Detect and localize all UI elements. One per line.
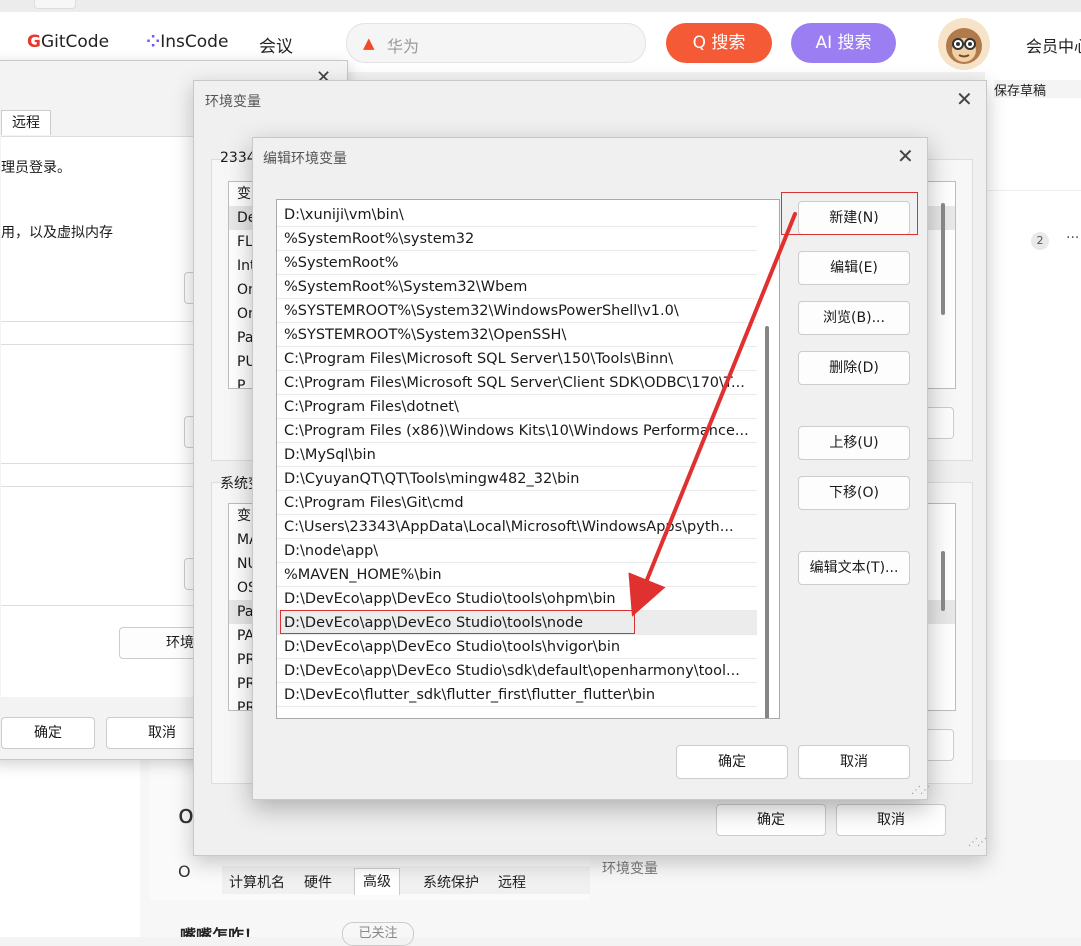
list-item[interactable]: %SystemRoot%\System32\Wbem — [277, 275, 757, 299]
scrollbar[interactable] — [941, 203, 945, 315]
ok-button[interactable]: 确定 — [676, 745, 788, 779]
ai-search-button[interactable]: AI 搜索 — [791, 23, 896, 63]
edit-button[interactable]: 编辑(E) — [798, 251, 910, 285]
member-center-link[interactable]: 会员中心 — [1026, 33, 1081, 57]
scrollbar[interactable] — [941, 551, 945, 611]
annotation-box-node-entry — [280, 610, 635, 634]
system-delete-button[interactable] — [927, 729, 954, 761]
gitcode-link[interactable]: GGitCode — [27, 32, 109, 52]
move-down-button[interactable]: 下移(O) — [798, 476, 910, 510]
user-delete-button[interactable] — [927, 407, 954, 439]
list-item[interactable]: D:\DevEco\flutter_sdk\flutter_first\flut… — [277, 683, 757, 707]
inscode-logo-icon: ⁘ — [146, 32, 161, 52]
background-tab-row: 计算机名 硬件 高级 系统保护 远程 — [222, 866, 590, 895]
list-item[interactable]: D:\MySql\bin — [277, 443, 757, 467]
list-item[interactable]: C:\Program Files (x86)\Windows Kits\10\W… — [277, 419, 757, 443]
list-item[interactable]: D:\CyuyanQT\QT\Tools\mingw482_32\bin — [277, 467, 757, 491]
tab-advanced: 高级 — [354, 868, 400, 895]
tab-remote: 远程 — [498, 875, 526, 891]
dialog-title: 环境变量 — [205, 94, 261, 110]
tab-hardware: 硬件 — [304, 875, 332, 891]
author-name: 嘴嘴怎咋！ — [180, 926, 261, 937]
gitcode-logo-icon: G — [27, 32, 41, 52]
list-item[interactable]: %SYSTEMROOT%\System32\WindowsPowerShell\… — [277, 299, 757, 323]
edit-text-button[interactable]: 编辑文本(T)... — [798, 551, 910, 585]
search-placeholder: 华为 — [387, 37, 420, 56]
ok-button[interactable]: 确定 — [1, 717, 95, 749]
performance-note: 用，以及虚拟内存 — [1, 225, 113, 241]
browse-button[interactable]: 浏览(B)... — [798, 301, 910, 335]
avatar[interactable] — [938, 18, 990, 70]
list-item[interactable]: C:\Program Files\Microsoft SQL Server\15… — [277, 347, 757, 371]
user-variables-label: 2334 — [220, 150, 256, 166]
list-item[interactable]: D:\xuniji\vm\bin\ — [277, 203, 757, 227]
tab-remote[interactable]: 远程 — [1, 110, 51, 135]
admin-note: 理员登录。 — [1, 160, 71, 176]
search-input[interactable]: ▲ 华为 — [346, 23, 646, 63]
list-item[interactable]: C:\Program Files\Microsoft SQL Server\Cl… — [277, 371, 757, 395]
radio-icon: O — [178, 862, 191, 881]
move-up-button[interactable]: 上移(U) — [798, 426, 910, 460]
list-item[interactable]: D:\node\app\ — [277, 539, 757, 563]
comment-count-badge: 2 — [1031, 232, 1049, 250]
list-item[interactable]: %MAVEN_HOME%\bin — [277, 563, 757, 587]
list-item[interactable]: D:\DevEco\app\DevEco Studio\sdk\default\… — [277, 659, 757, 683]
inscode-label: InsCode — [160, 32, 229, 52]
tab-system-protection: 系统保护 — [423, 875, 479, 891]
tab-strip — [0, 0, 1081, 12]
list-item[interactable]: C:\Program Files\dotnet\ — [277, 395, 757, 419]
environment-variables-button[interactable]: 环境 — [119, 627, 200, 659]
dialog-title: 编辑环境变量 — [263, 151, 347, 167]
browser-tab[interactable] — [34, 0, 76, 9]
annotation-box-new-button — [781, 192, 918, 235]
follow-button[interactable]: 已关注 — [342, 922, 414, 946]
flame-icon: ▲ — [363, 34, 375, 52]
path-entries-list[interactable]: D:\xuniji\vm\bin\ %SystemRoot%\system32 … — [276, 199, 780, 719]
list-item[interactable]: %SystemRoot%\system32 — [277, 227, 757, 251]
editor-page-right — [985, 72, 1081, 772]
ok-button[interactable]: 确定 — [716, 804, 826, 836]
cancel-button[interactable]: 取消 — [836, 804, 946, 836]
scrollbar[interactable] — [765, 326, 769, 718]
search-button[interactable]: Q 搜索 — [666, 23, 772, 63]
list-item[interactable]: D:\DevEco\app\DevEco Studio\tools\hvigor… — [277, 635, 757, 659]
list-item[interactable]: C:\Users\23343\AppData\Local\Microsoft\W… — [277, 515, 757, 539]
tab-computer-name: 计算机名 — [229, 875, 285, 891]
delete-button[interactable]: 删除(D) — [798, 351, 910, 385]
list-item[interactable]: D:\DevEco\app\DevEco Studio\tools\ohpm\b… — [277, 587, 757, 611]
resize-grip-icon[interactable]: ⋰⋰ — [911, 785, 930, 796]
background-left-column — [0, 760, 140, 937]
gitcode-label: GitCode — [40, 32, 110, 52]
inscode-link[interactable]: ⁘InsCode — [146, 32, 228, 52]
edit-environment-variable-dialog: 编辑环境变量 ✕ D:\xuniji\vm\bin\ %SystemRoot%\… — [252, 137, 930, 800]
monkey-avatar-icon — [946, 28, 982, 64]
more-icon[interactable]: ··· — [1066, 230, 1079, 246]
meeting-link[interactable]: 会议 — [259, 32, 293, 57]
resize-grip-icon[interactable]: ⋰⋰ — [968, 837, 987, 848]
list-item[interactable]: C:\Program Files\Git\cmd — [277, 491, 757, 515]
list-item[interactable]: %SystemRoot% — [277, 251, 757, 275]
cancel-button[interactable]: 取消 — [798, 745, 910, 779]
close-icon[interactable]: ✕ — [897, 144, 914, 168]
env-section-label: 环境变量 — [602, 861, 658, 877]
save-draft-button[interactable]: 保存草稿 — [994, 80, 1081, 98]
close-icon[interactable]: ✕ — [956, 87, 973, 111]
list-item[interactable]: %SYSTEMROOT%\System32\OpenSSH\ — [277, 323, 757, 347]
